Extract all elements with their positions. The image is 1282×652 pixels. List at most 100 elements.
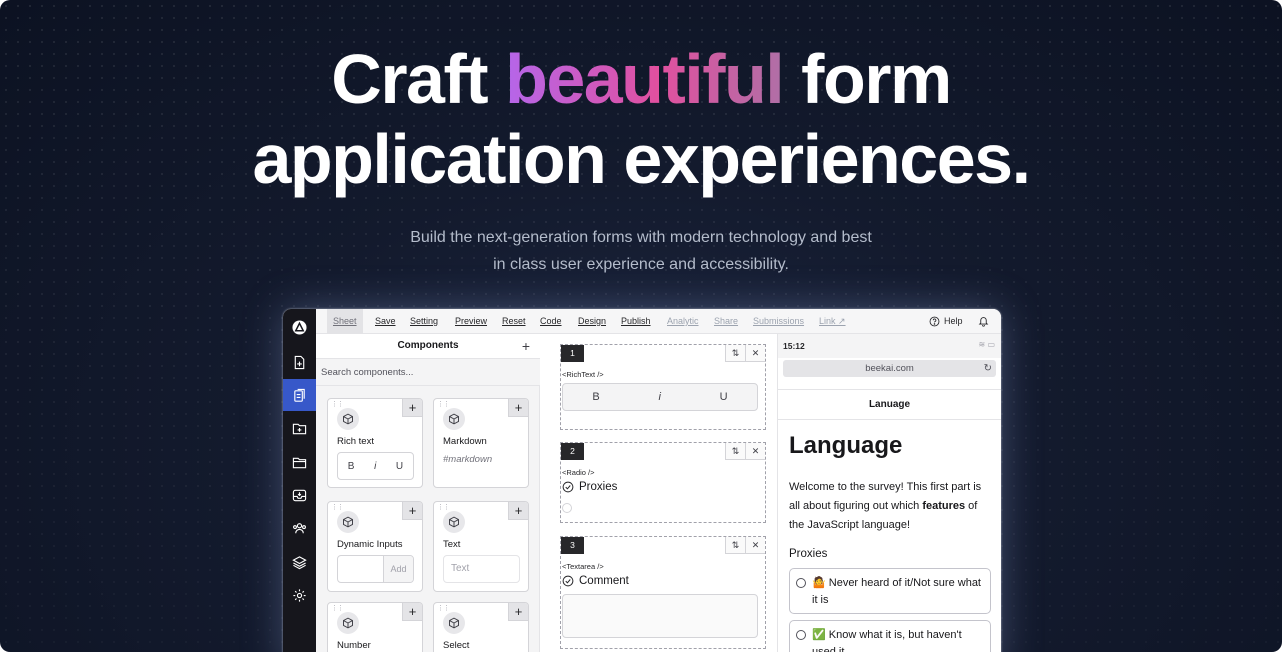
- component-card-text[interactable]: ⋮⋮ + Text Text: [433, 501, 529, 592]
- drag-handle-icon[interactable]: ⋮⋮: [437, 504, 450, 511]
- hero-section: Craft beautiful form application experie…: [0, 0, 1282, 652]
- block-tag: <Radio />: [562, 468, 595, 477]
- radio-option[interactable]: [562, 503, 572, 513]
- add-rich-text-button[interactable]: +: [402, 399, 422, 417]
- folder-plus-icon[interactable]: [283, 412, 316, 444]
- menu-submissions[interactable]: Submissions: [747, 309, 810, 334]
- cube-icon: [337, 408, 359, 430]
- form-block-richtext[interactable]: 1 ⇅ ✕ <RichText /> B i U: [560, 344, 766, 430]
- italic-button[interactable]: i: [658, 391, 660, 403]
- menu-sheet[interactable]: Sheet: [327, 309, 363, 334]
- question-label: Proxies: [579, 481, 618, 493]
- cube-icon: [443, 511, 465, 533]
- users-icon[interactable]: [283, 512, 316, 544]
- preview-question: Proxies: [789, 548, 828, 560]
- menu-link[interactable]: Link ↗: [813, 309, 852, 334]
- menu-design[interactable]: Design: [572, 309, 612, 334]
- component-card-number[interactable]: ⋮⋮ + Number: [327, 602, 423, 652]
- app-window: Sheet Save Setting Preview Reset Code De…: [283, 309, 1001, 652]
- external-link-icon: ↗: [835, 316, 846, 326]
- help-label: Help: [944, 316, 963, 326]
- question-label: Comment: [579, 575, 629, 587]
- reorder-icon[interactable]: ⇅: [725, 443, 745, 460]
- component-card-dynamic-inputs[interactable]: ⋮⋮ + Dynamic Inputs Add: [327, 501, 423, 592]
- left-rail: [283, 309, 316, 652]
- radio-circle[interactable]: [796, 578, 806, 588]
- markdown-preview: #markdown: [443, 454, 493, 465]
- headline-line-2: application experiences.: [252, 120, 1031, 198]
- menu-share[interactable]: Share: [708, 309, 744, 334]
- add-select-button[interactable]: +: [508, 603, 528, 621]
- reload-icon[interactable]: ↻: [984, 360, 992, 377]
- close-icon[interactable]: ✕: [745, 345, 765, 362]
- file-plus-icon[interactable]: [283, 346, 316, 378]
- menu-preview[interactable]: Preview: [449, 309, 493, 334]
- card-title: Text: [443, 539, 461, 550]
- drag-handle-icon[interactable]: ⋮⋮: [437, 605, 450, 612]
- mobile-preview-panel: 15:12 ≋ ▭ beekai.com ↻ Lanuage Language …: [778, 334, 1001, 652]
- bold-button[interactable]: B: [592, 391, 599, 403]
- add-number-button[interactable]: +: [402, 603, 422, 621]
- question-title: Proxies: [562, 481, 617, 493]
- clipboard-icon[interactable]: [283, 379, 316, 411]
- bold-button[interactable]: B: [348, 461, 355, 472]
- url-text: beekai.com: [865, 363, 914, 374]
- block-controls: ⇅ ✕: [725, 345, 765, 362]
- hero-subtitle: Build the next-generation forms with mod…: [0, 224, 1282, 278]
- text-input-preview: Text: [443, 555, 520, 583]
- menu-publish[interactable]: Publish: [615, 309, 657, 334]
- textarea-preview[interactable]: [562, 594, 758, 638]
- add-component-button[interactable]: +: [522, 334, 530, 358]
- layers-icon[interactable]: [283, 546, 316, 578]
- drag-handle-icon[interactable]: ⋮⋮: [437, 401, 450, 408]
- cube-icon: [443, 612, 465, 634]
- gear-icon[interactable]: [283, 579, 316, 611]
- card-title: Select: [443, 640, 470, 651]
- subtitle-line-1: Build the next-generation forms with mod…: [410, 229, 872, 246]
- search-components-input[interactable]: Search components...: [316, 358, 540, 386]
- menu-reset[interactable]: Reset: [496, 309, 532, 334]
- drag-handle-icon[interactable]: ⋮⋮: [331, 401, 344, 408]
- bell-icon[interactable]: [978, 315, 989, 327]
- reorder-icon[interactable]: ⇅: [725, 537, 745, 554]
- add-markdown-button[interactable]: +: [508, 399, 528, 417]
- form-canvas: 1 ⇅ ✕ <RichText /> B i U 2 ⇅ ✕ <Radio />…: [541, 334, 778, 652]
- close-icon[interactable]: ✕: [745, 537, 765, 554]
- italic-button[interactable]: i: [374, 461, 376, 472]
- components-title: Components: [397, 340, 459, 351]
- drag-handle-icon[interactable]: ⋮⋮: [331, 504, 344, 511]
- subtitle-line-2: in class user experience and accessibili…: [493, 256, 789, 273]
- logo-icon[interactable]: [283, 311, 316, 343]
- url-bar[interactable]: beekai.com ↻: [783, 360, 996, 377]
- menu-link-label: Link: [819, 316, 836, 326]
- component-card-markdown[interactable]: ⋮⋮ + Markdown #markdown: [433, 398, 529, 488]
- radio-circle[interactable]: [796, 630, 806, 640]
- menu-analytic[interactable]: Analytic: [661, 309, 705, 334]
- block-controls: ⇅ ✕: [725, 537, 765, 554]
- radio-option-2[interactable]: ✅ Know what it is, but haven't used it: [789, 620, 991, 652]
- underline-button[interactable]: U: [720, 391, 728, 403]
- add-text-button[interactable]: +: [508, 502, 528, 520]
- close-icon[interactable]: ✕: [745, 443, 765, 460]
- headline-accent-word: beautiful: [505, 40, 785, 118]
- component-card-select[interactable]: ⋮⋮ + Select: [433, 602, 529, 652]
- dynamic-input-preview: Add: [337, 555, 414, 583]
- option-label: 🤷 Never heard of it/Not sure what it is: [812, 577, 981, 606]
- add-dynamic-inputs-button[interactable]: +: [402, 502, 422, 520]
- menu-setting[interactable]: Setting: [404, 309, 444, 334]
- component-card-rich-text[interactable]: ⋮⋮ + Rich text B i U: [327, 398, 423, 488]
- radio-option-1[interactable]: 🤷 Never heard of it/Not sure what it is: [789, 568, 991, 614]
- help-button[interactable]: Help: [929, 309, 963, 334]
- menu-code[interactable]: Code: [534, 309, 568, 334]
- folder-icon[interactable]: [283, 446, 316, 478]
- block-number: 3: [561, 537, 584, 554]
- underline-button[interactable]: U: [396, 461, 403, 472]
- headline-form: form: [783, 40, 952, 118]
- menu-save[interactable]: Save: [369, 309, 402, 334]
- drag-handle-icon[interactable]: ⋮⋮: [331, 605, 344, 612]
- form-block-radio[interactable]: 2 ⇅ ✕ <Radio /> Proxies: [560, 442, 766, 523]
- form-block-textarea[interactable]: 3 ⇅ ✕ <Textarea /> Comment: [560, 536, 766, 649]
- dynamic-add-button[interactable]: Add: [383, 556, 413, 582]
- reorder-icon[interactable]: ⇅: [725, 345, 745, 362]
- inbox-icon[interactable]: [283, 479, 316, 511]
